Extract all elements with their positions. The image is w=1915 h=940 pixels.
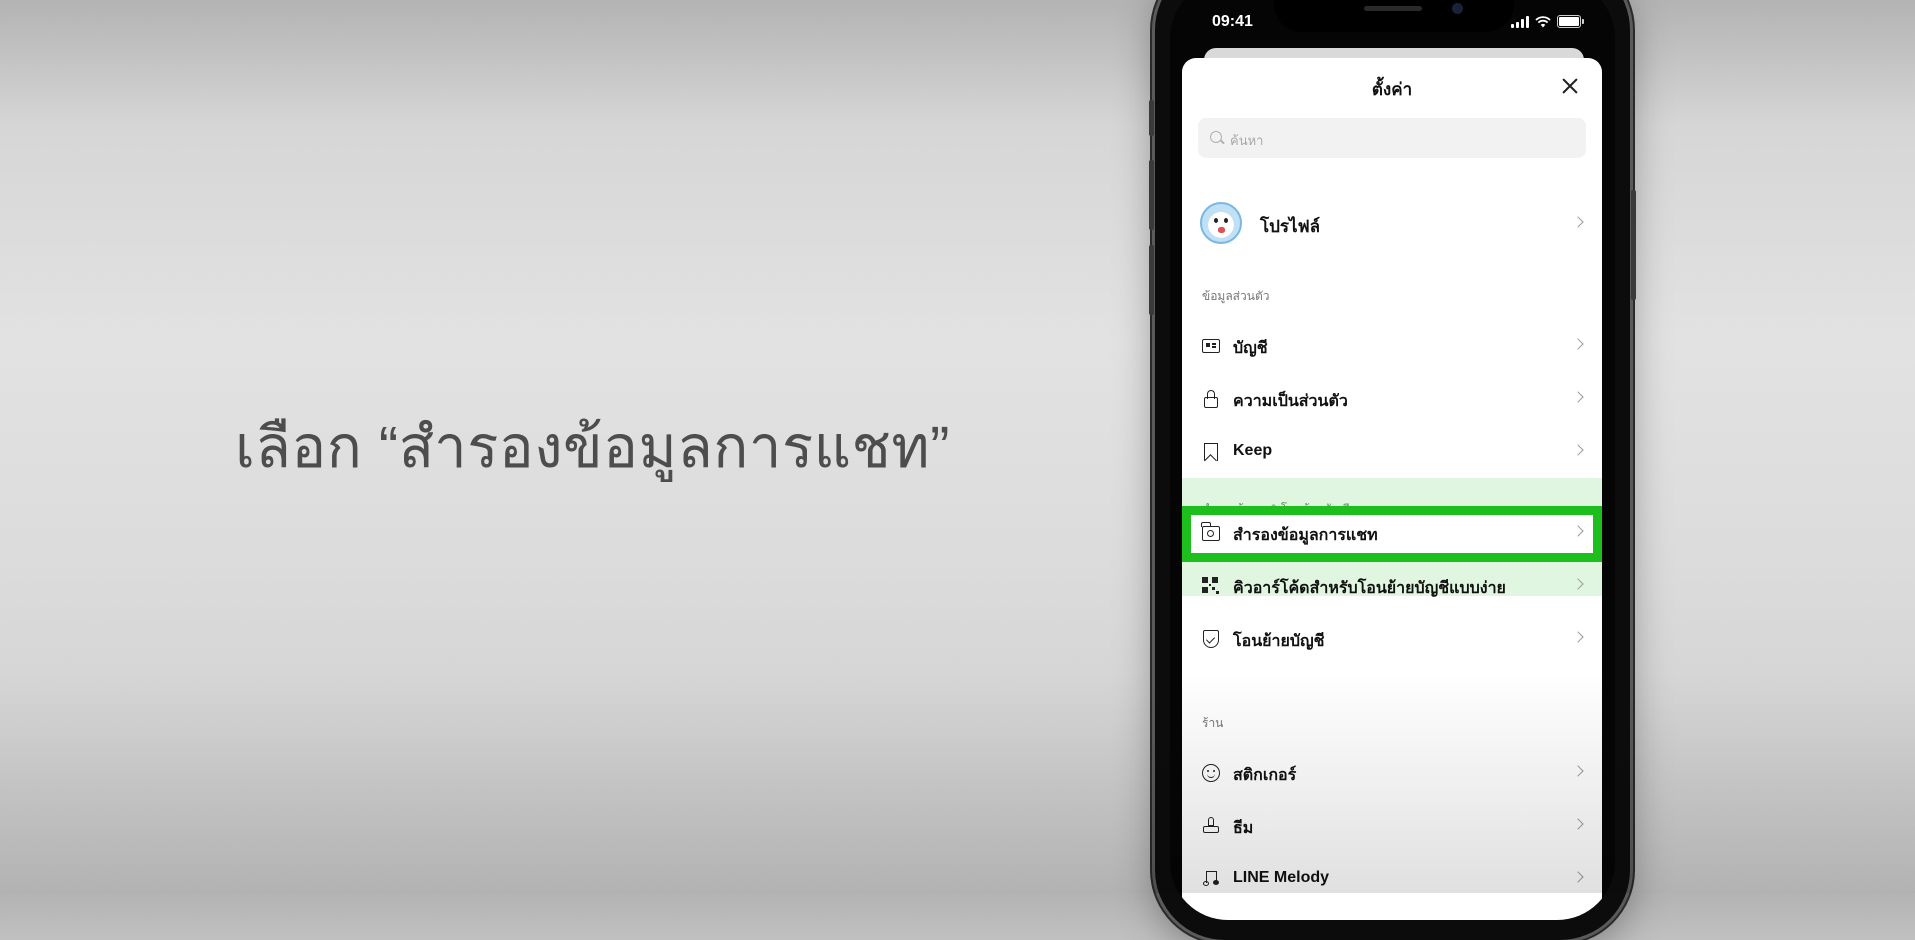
profile-label: โปรไฟล์ [1260,217,1321,236]
smile-icon [1202,764,1220,782]
section-title-personal: ข้อมูลส่วนตัว [1202,289,1270,303]
power-button [1631,190,1636,300]
chevron-right-icon [1572,525,1584,537]
status-icons [1511,15,1584,28]
chevron-right-icon [1572,338,1584,350]
settings-item-label: LINE Melody [1233,869,1330,886]
settings-item-themes[interactable]: ธีม [1182,801,1602,851]
settings-item-label: โอนย้ายบัญชี [1233,633,1325,650]
status-bar: 09:41 [1170,0,1615,38]
settings-item-label: สติกเกอร์ [1233,767,1297,784]
stamp-icon [1202,817,1220,835]
folder-icon [1201,522,1220,541]
avatar [1200,202,1242,244]
instruction-caption: เลือก “สำรองข้อมูลการแชท” [235,415,950,480]
music-note-icon [1202,870,1220,888]
silent-switch [1149,100,1154,136]
settings-item-stickers[interactable]: สติกเกอร์ [1182,748,1602,798]
search-input[interactable]: ค้นหา [1198,118,1586,158]
settings-item-label: ธีม [1233,820,1254,837]
settings-item-label: สำรองข้อมูลการแชท [1233,527,1378,544]
profile-row[interactable]: โปรไฟล์ [1182,198,1602,248]
settings-item-chat-backup[interactable]: สำรองข้อมูลการแชท [1182,508,1602,558]
settings-item-privacy[interactable]: ความเป็นส่วนตัว [1182,374,1602,424]
speaker-grille [1364,6,1422,11]
settings-item-label: คิวอาร์โค้ดสำหรับโอนย้ายบัญชีแบบง่าย [1233,580,1506,597]
sheet-title: ตั้งค่า [1371,80,1413,99]
notch [1274,0,1514,32]
chevron-right-icon [1572,578,1584,590]
section-title-shop: ร้าน [1202,716,1224,730]
search-placeholder: ค้นหา [1230,133,1264,148]
shield-check-icon [1202,630,1220,648]
wifi-icon [1535,15,1551,27]
settings-item-label: ความเป็นส่วนตัว [1233,393,1348,410]
chevron-right-icon [1572,818,1584,830]
search-icon [1210,131,1222,143]
settings-item-qr-transfer[interactable]: คิวอาร์โค้ดสำหรับโอนย้ายบัญชีแบบง่าย [1182,561,1602,611]
settings-item-label: Keep [1233,442,1273,459]
battery-icon [1557,15,1584,28]
chevron-right-icon [1572,444,1584,456]
settings-item-label: บัญชี [1233,340,1268,357]
settings-item-account-transfer[interactable]: โอนย้ายบัญชี [1182,614,1602,664]
phone-screen: 09:41 ตั้งค่า ค้นหา โปรไฟล์ ข้อมูลส่วนตั… [1170,0,1615,920]
signal-icon [1511,15,1529,28]
volume-up-button [1149,160,1154,230]
settings-item-line-melody[interactable]: LINE Melody [1182,854,1602,904]
id-card-icon [1202,339,1220,353]
settings-item-keep[interactable]: Keep [1182,427,1602,477]
chevron-right-icon [1572,391,1584,403]
status-time: 09:41 [1212,13,1253,30]
chevron-right-icon [1572,631,1584,643]
settings-item-account[interactable]: บัญชี [1182,321,1602,371]
qr-code-icon [1202,577,1220,595]
bookmark-icon [1204,443,1218,461]
front-camera [1452,3,1463,14]
volume-down-button [1149,245,1154,315]
chevron-right-icon [1572,765,1584,777]
chevron-right-icon [1572,871,1584,883]
lock-icon [1202,390,1220,408]
settings-sheet: ตั้งค่า ค้นหา โปรไฟล์ ข้อมูลส่วนตัว บัญช… [1182,58,1602,920]
chevron-right-icon [1572,216,1584,228]
close-button[interactable] [1556,72,1584,100]
